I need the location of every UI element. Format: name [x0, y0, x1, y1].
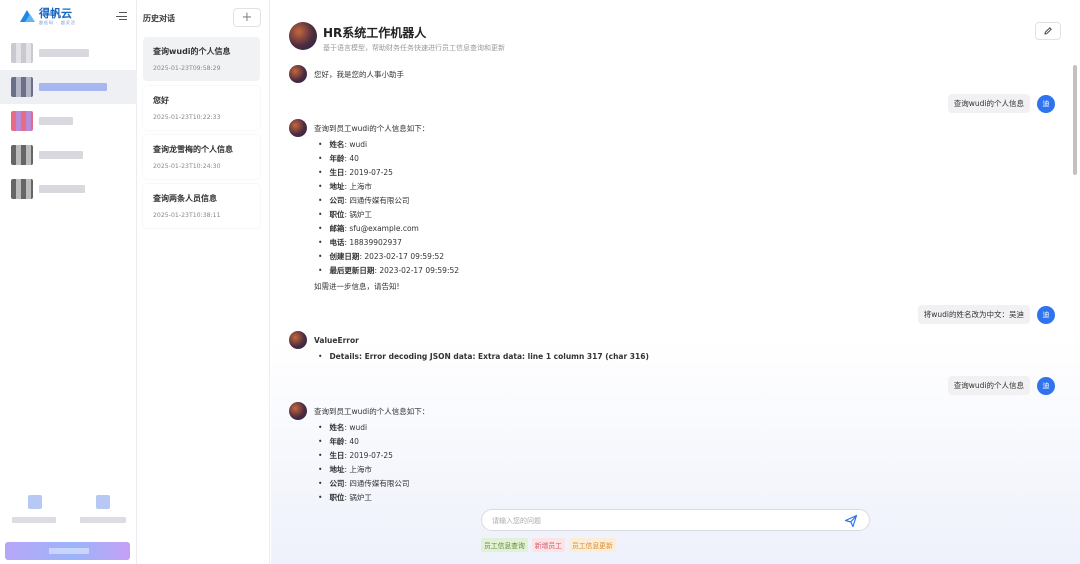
- info-item: 年龄: 40: [318, 152, 914, 166]
- bot-avatar: [289, 65, 307, 83]
- info-item: 姓名: wudi: [318, 138, 914, 152]
- send-icon[interactable]: [844, 514, 858, 528]
- info-list: 姓名: wudi 年龄: 40 生日: 2019-07-25 地址: 上海市 公…: [314, 421, 914, 504]
- info-item: 生日: 2019-07-25: [318, 166, 914, 180]
- bot-avatar: [289, 22, 317, 50]
- info-list: 姓名: wudi 年龄: 40 生日: 2019-07-25 地址: 上海市 公…: [314, 138, 914, 278]
- history-list: 查询wudi的个人信息 2025-01-23T09:58:29 您好 2025-…: [143, 37, 260, 233]
- chip-update-employee[interactable]: 员工信息更新: [568, 538, 616, 552]
- history-panel: 历史对话 + 查询wudi的个人信息 2025-01-23T09:58:29 您…: [137, 0, 270, 564]
- history-item-name: 查询两条人员信息: [153, 194, 217, 203]
- history-item-name: 查询龙雪梅的个人信息: [153, 145, 233, 154]
- nav-item-label: [39, 83, 107, 91]
- shortcut-icon[interactable]: [28, 495, 42, 509]
- pencil-icon: [1044, 27, 1052, 35]
- chat-scrollbar[interactable]: [1073, 65, 1077, 175]
- nav-item[interactable]: [0, 172, 137, 206]
- nav-item[interactable]: [0, 138, 137, 172]
- history-item-date: 2025-01-23T09:58:29: [153, 65, 221, 72]
- history-item[interactable]: 您好 2025-01-23T10:22:33: [143, 86, 260, 130]
- info-item: 邮箱: sfu@example.com: [318, 222, 914, 236]
- user-message: 查询wudi的个人信息 迪: [947, 376, 1055, 395]
- info-item: 姓名: wudi: [318, 421, 914, 435]
- nav-bottom-button[interactable]: [5, 542, 130, 560]
- info-item: 职位: 锅炉工: [318, 208, 914, 222]
- bot-avatar: [289, 402, 307, 420]
- nav-item[interactable]: [0, 36, 137, 70]
- chat-input[interactable]: [492, 514, 832, 528]
- history-item[interactable]: 查询两条人员信息 2025-01-23T10:38:11: [143, 184, 260, 228]
- history-item-name: 查询wudi的个人信息: [153, 47, 231, 56]
- logo-subtext: 超低码 · 超灵活: [39, 20, 76, 25]
- nav-item-label: [39, 151, 83, 159]
- bot-avatar: [289, 331, 307, 349]
- error-detail: Details: Error decoding JSON data: Extra…: [318, 350, 914, 364]
- page-title: HR系统工作机器人: [323, 26, 427, 40]
- user-avatar: 迪: [1037, 376, 1055, 395]
- nav-item-icon: [11, 43, 33, 63]
- message-text: 查询到员工wudi的个人信息如下：: [314, 124, 430, 133]
- message-text: 如需进一步信息，请告知!: [314, 282, 400, 291]
- message-text: 查询wudi的个人信息: [947, 376, 1030, 395]
- shortcut-icon[interactable]: [96, 495, 110, 509]
- nav-bottom-shortcuts: [10, 495, 130, 525]
- info-item: 地址: 上海市: [318, 463, 914, 477]
- info-item: 年龄: 40: [318, 435, 914, 449]
- bot-avatar: [289, 119, 307, 137]
- chip-employee-query[interactable]: 员工信息查询: [481, 538, 528, 552]
- history-item-date: 2025-01-23T10:38:11: [153, 212, 221, 219]
- nav-item-icon: [11, 77, 33, 97]
- message-text: 您好，我是您的人事小助手: [314, 70, 404, 79]
- page-subtitle: 基于语言模型，帮助财务任务快速进行员工信息查询和更新: [323, 44, 505, 52]
- plus-icon: +: [241, 10, 253, 25]
- shortcut-label: [80, 517, 126, 523]
- quick-actions: 员工信息查询 新增员工 员工信息更新: [481, 538, 616, 552]
- history-item[interactable]: 查询龙雪梅的个人信息 2025-01-23T10:24:30: [143, 135, 260, 179]
- app-logo[interactable]: 得帆云 超低码 · 超灵活: [20, 8, 76, 25]
- nav-item-icon: [11, 179, 33, 199]
- chat-main: HR系统工作机器人 基于语言模型，帮助财务任务快速进行员工信息查询和更新 您好，…: [271, 0, 1080, 564]
- message-text: 将wudi的姓名改为中文：吴迪: [917, 305, 1030, 324]
- info-item: 生日: 2019-07-25: [318, 449, 914, 463]
- user-message: 将wudi的姓名改为中文：吴迪 迪: [917, 305, 1055, 324]
- info-item: 公司: 四通传媒有限公司: [318, 194, 914, 208]
- message-text: 查询wudi的个人信息: [947, 94, 1030, 113]
- edit-button[interactable]: [1035, 22, 1061, 40]
- nav-item[interactable]: [0, 104, 137, 138]
- nav-item-icon: [11, 145, 33, 165]
- collapse-sidebar-icon[interactable]: [116, 12, 127, 22]
- user-message: 查询wudi的个人信息 迪: [947, 94, 1055, 113]
- info-item: 公司: 四通传媒有限公司: [318, 477, 914, 491]
- nav-item-icon: [11, 111, 33, 131]
- info-item: 创建日期: 2023-02-17 09:59:52: [318, 250, 914, 264]
- info-item: 电话: 18839902937: [318, 236, 914, 250]
- user-avatar: 迪: [1037, 94, 1055, 113]
- user-avatar: 迪: [1037, 305, 1055, 324]
- message-text: 查询到员工wudi的个人信息如下：: [314, 407, 430, 416]
- logo-text: 得帆云: [39, 7, 72, 20]
- new-chat-button[interactable]: +: [233, 8, 261, 27]
- info-item: 最后更新日期: 2023-02-17 09:59:52: [318, 264, 914, 278]
- error-title: ValueError: [314, 336, 359, 345]
- nav-item-label: [39, 185, 85, 193]
- shortcut-label: [12, 517, 56, 523]
- history-item[interactable]: 查询wudi的个人信息 2025-01-23T09:58:29: [143, 37, 260, 81]
- nav-item-label: [39, 117, 73, 125]
- chip-add-employee[interactable]: 新增员工: [531, 538, 565, 552]
- info-item: 地址: 上海市: [318, 180, 914, 194]
- nav-item-active[interactable]: [0, 70, 137, 104]
- history-item-date: 2025-01-23T10:24:30: [153, 163, 221, 170]
- error-list: Details: Error decoding JSON data: Extra…: [314, 350, 914, 364]
- info-item: 职位: 锅炉工: [318, 491, 914, 504]
- history-title: 历史对话: [143, 14, 175, 23]
- history-item-name: 您好: [153, 96, 169, 105]
- message-list: 您好，我是您的人事小助手 查询wudi的个人信息 迪 查询到员工wudi的个人信…: [271, 60, 1071, 504]
- sail-logo-icon: [20, 9, 36, 24]
- nav-item-label: [39, 49, 89, 57]
- left-nav: 得帆云 超低码 · 超灵活: [0, 0, 137, 564]
- history-item-date: 2025-01-23T10:22:33: [153, 114, 221, 121]
- chat-input-box: [481, 509, 870, 531]
